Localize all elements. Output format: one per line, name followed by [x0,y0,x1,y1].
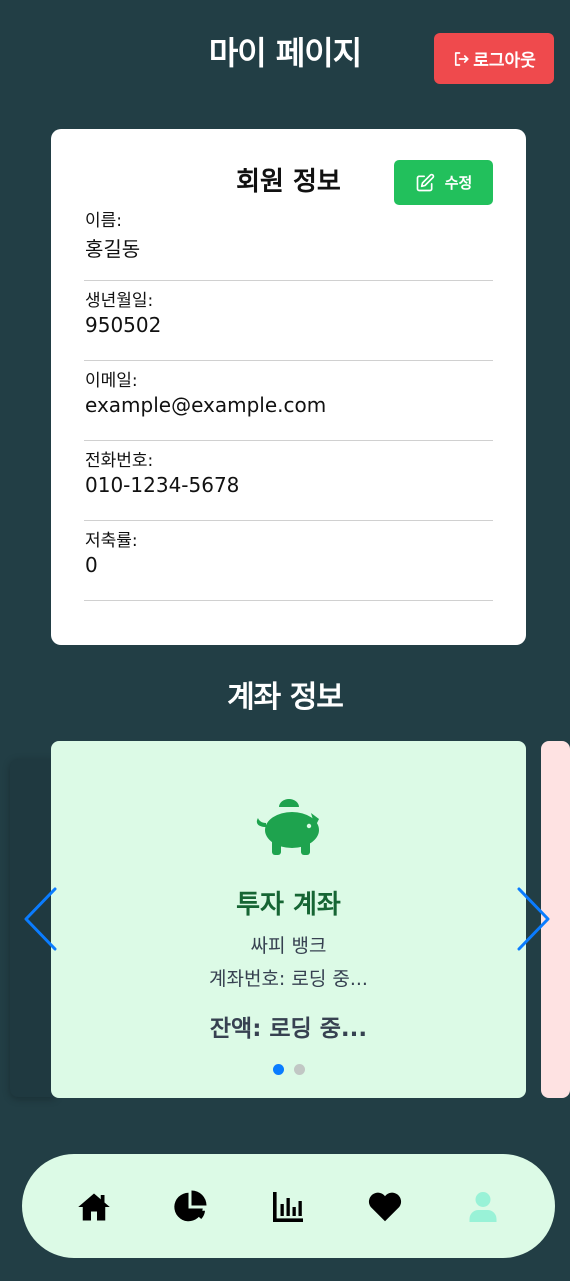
field-name: 이름: 홍길동 [84,201,493,281]
nav-item-statistics[interactable] [268,1187,308,1227]
account-name: 투자 계좌 [236,890,341,920]
account-number: 계좌번호: 로딩 중... [209,968,368,990]
account-section-title: 계좌 정보 [227,680,344,715]
logout-icon [455,51,469,66]
piggy-bank-icon [256,799,319,855]
home-icon [78,1193,110,1221]
field-value: 홍길동 [85,237,141,261]
field-email: 이메일: example@example.com [84,361,493,441]
field-label: 이메일: [85,371,138,391]
logout-button[interactable]: 로그아웃 [434,33,554,84]
field-label: 이름: [85,211,123,231]
nav-item-portfolio[interactable] [170,1187,210,1227]
nav-item-mypage[interactable] [463,1187,503,1227]
account-card[interactable]: 투자 계좌 싸피 뱅크 계좌번호: 로딩 중... 잔액: 로딩 중... [51,741,526,1098]
field-label: 생년월일: [85,291,154,311]
pagination-dot[interactable] [293,1064,305,1075]
bank-name: 싸피 뱅크 [250,935,327,957]
edit-button[interactable]: 수정 [394,160,493,205]
carousel-pagination [51,1064,526,1075]
field-phone: 전화번호: 010-1234-5678 [84,441,493,521]
member-info-card: 회원 정보 수정 이름: 홍길동 생년월일: 950502 이메일: examp… [51,129,526,645]
field-label: 전화번호: [85,451,154,471]
logout-label: 로그아웃 [473,51,536,71]
field-value: 010-1234-5678 [85,473,240,497]
heart-icon [368,1192,402,1222]
edit-label: 수정 [444,174,473,192]
user-icon [469,1192,497,1222]
field-label: 저축률: [85,531,138,551]
account-balance: 잔액: 로딩 중... [209,1016,368,1042]
bottom-navigation [22,1154,555,1258]
pagination-dot-active[interactable] [272,1064,284,1075]
field-value: 950502 [85,313,162,337]
edit-icon [416,173,434,191]
nav-item-favorites[interactable] [365,1187,405,1227]
pie-chart-icon [174,1190,207,1222]
nav-item-home[interactable] [74,1187,114,1227]
field-savings-rate: 저축률: 0 [84,521,493,601]
chevron-right-icon[interactable] [516,886,552,952]
field-birthdate: 생년월일: 950502 [84,281,493,361]
field-value: example@example.com [85,393,327,417]
bar-chart-icon [273,1192,303,1222]
chevron-left-icon[interactable] [22,886,58,952]
field-value: 0 [85,553,98,577]
